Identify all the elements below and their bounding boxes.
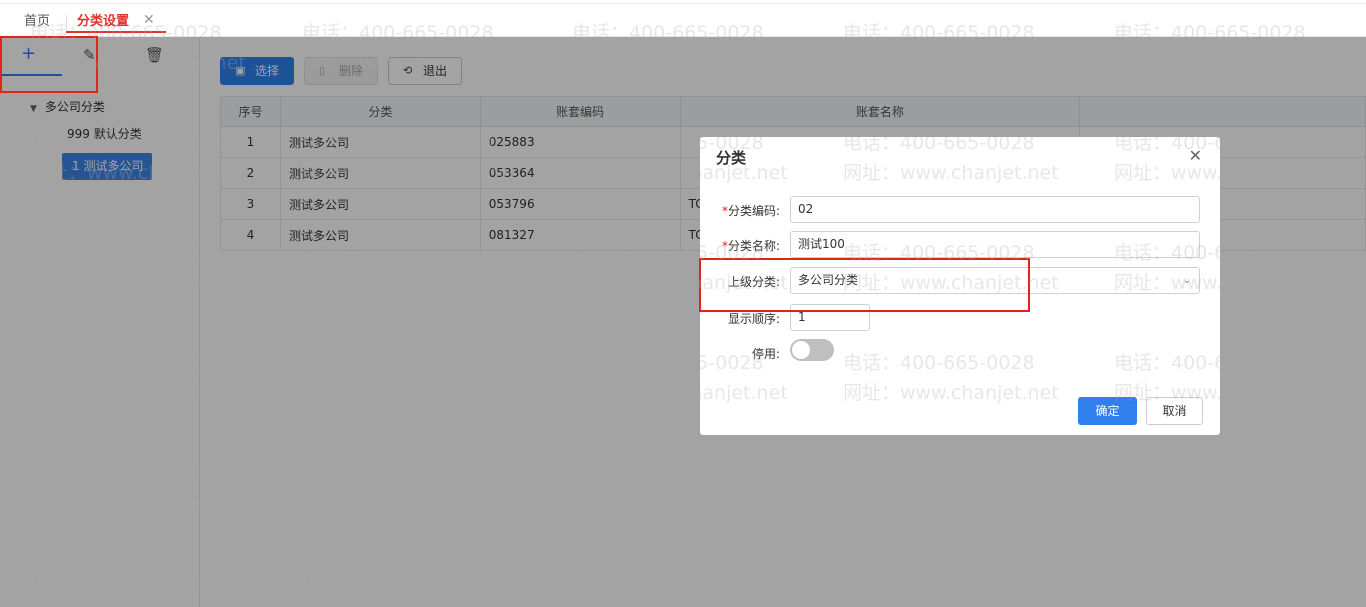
confirm-button[interactable]: 确定 xyxy=(1078,397,1137,425)
disabled-toggle[interactable] xyxy=(790,339,834,361)
toggle-knob xyxy=(792,341,810,359)
annotation-box-add xyxy=(0,36,98,93)
close-icon[interactable]: ✕ xyxy=(1189,146,1202,165)
tab-close-icon[interactable]: ✕ xyxy=(143,12,155,28)
dialog-title: 分类 xyxy=(716,149,747,167)
annotation-box-parent xyxy=(699,258,1030,312)
order-label: 显示顺序: xyxy=(727,312,780,326)
disabled-label: 停用: xyxy=(751,347,780,361)
category-code-input[interactable]: 02 xyxy=(790,196,1200,223)
code-label: *分类编码: xyxy=(721,204,780,218)
chevron-down-icon[interactable]: ⌄ xyxy=(1183,268,1191,293)
category-name-input[interactable]: 测试100 xyxy=(790,231,1200,258)
name-label: *分类名称: xyxy=(721,239,780,253)
tab-home[interactable]: 首页 xyxy=(24,13,50,33)
cancel-button[interactable]: 取消 xyxy=(1146,397,1203,425)
code-label-text: 分类编码: xyxy=(727,204,780,218)
tab-category-settings-label: 分类设置 xyxy=(77,14,130,29)
name-label-text: 分类名称: xyxy=(727,239,780,253)
top-line xyxy=(0,3,1366,4)
tab-bar: 首页 分类设置 ✕ xyxy=(0,0,1366,37)
